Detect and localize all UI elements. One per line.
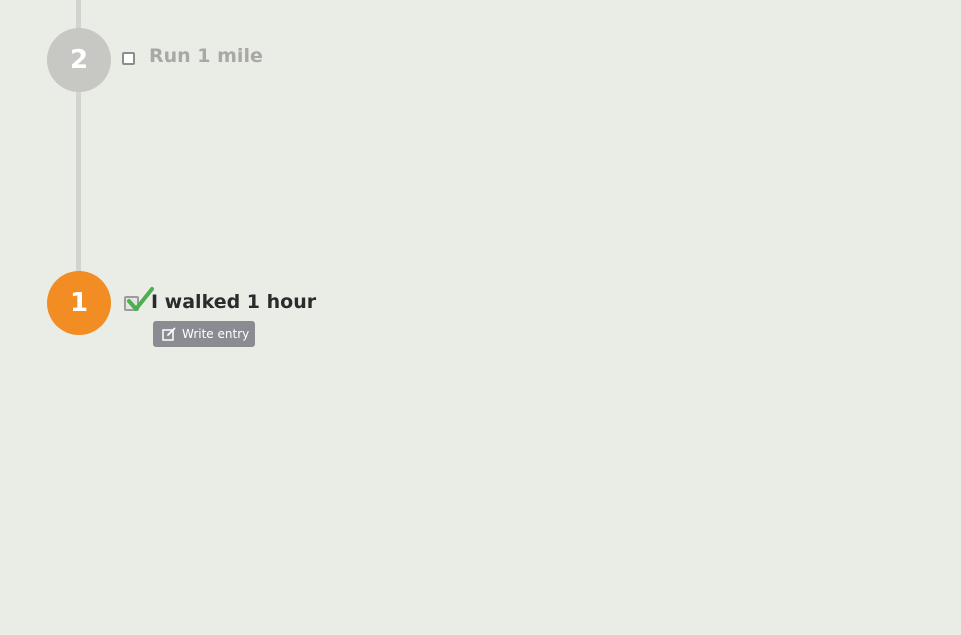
step-1-number: 1 [47, 271, 111, 335]
checkmark-icon [127, 287, 154, 311]
step-2-number: 2 [47, 28, 111, 92]
goal-1-label: I walked 1 hour [151, 291, 317, 313]
write-entry-button[interactable]: Write entry [153, 321, 255, 347]
write-entry-label: Write entry [182, 327, 250, 341]
edit-icon [162, 327, 176, 341]
goal-2-checkbox[interactable] [122, 52, 135, 65]
goal-2-label: Run 1 mile [149, 45, 263, 67]
goal-timeline: 2 Run 1 mile 1 I walked 1 hour Write ent… [0, 0, 961, 635]
